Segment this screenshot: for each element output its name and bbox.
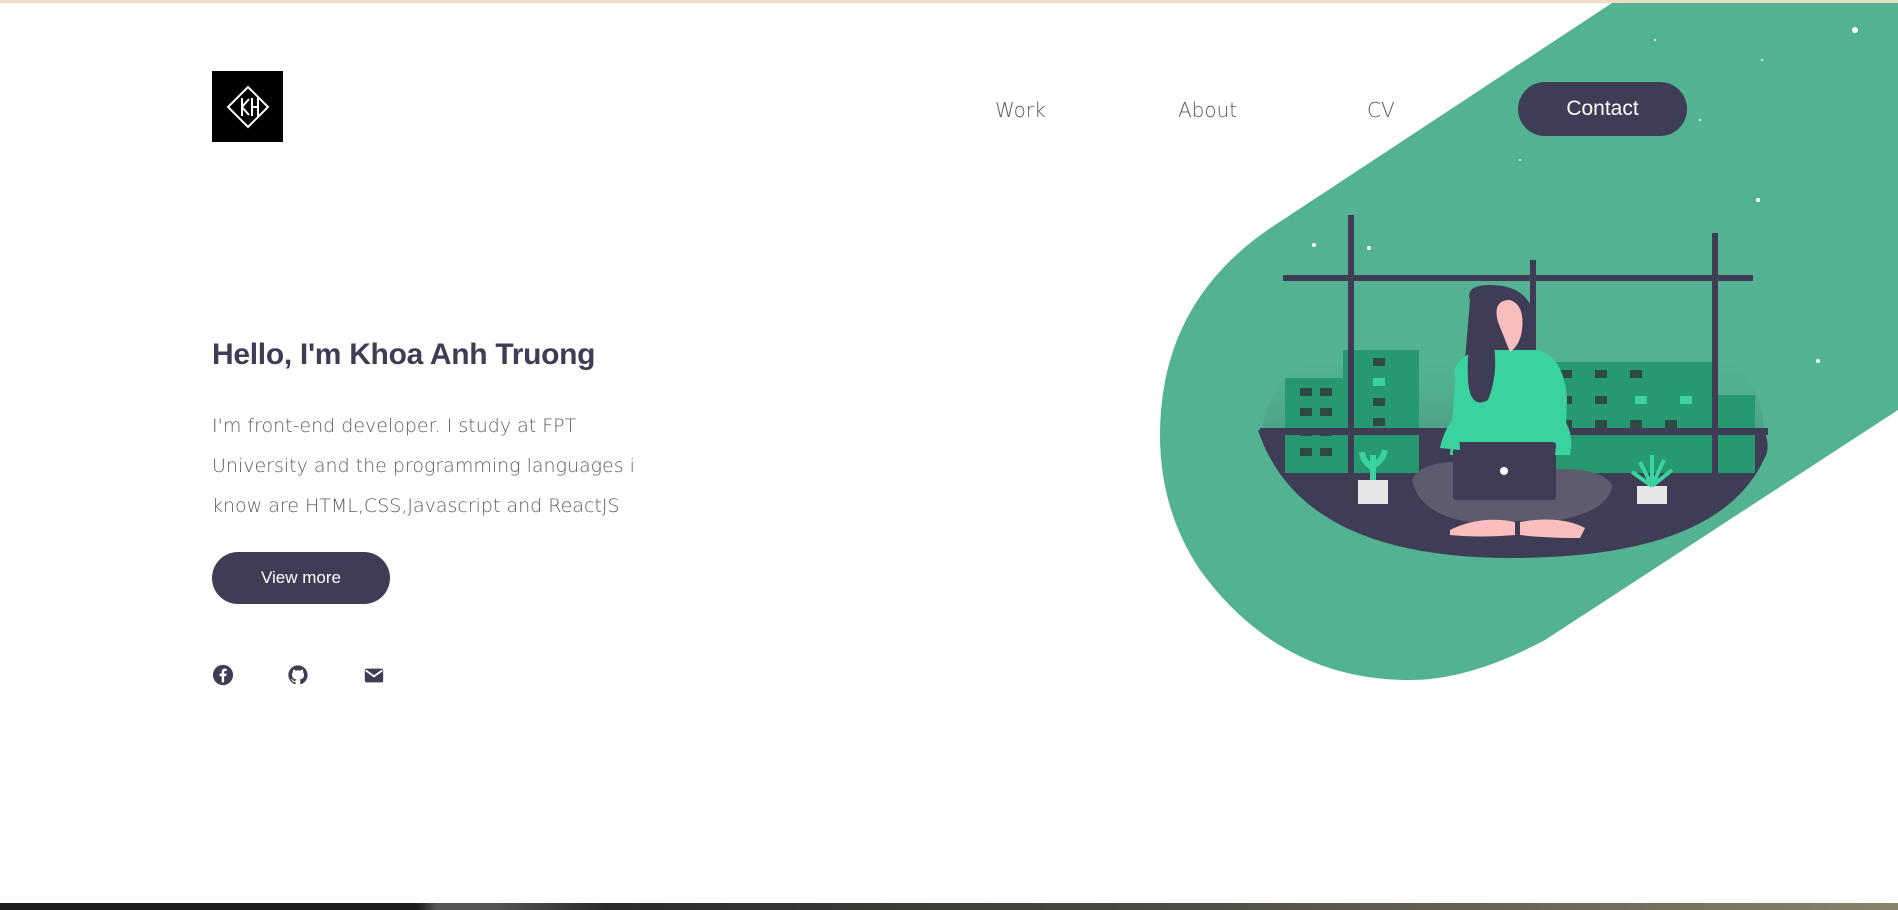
- nav-work-link[interactable]: Work: [995, 98, 1046, 122]
- facebook-icon: [212, 664, 234, 686]
- github-link[interactable]: [287, 664, 309, 686]
- contact-button[interactable]: Contact: [1518, 82, 1687, 136]
- github-icon: [288, 665, 308, 685]
- mail-icon: [364, 668, 384, 683]
- nav-about-link[interactable]: About: [1178, 98, 1237, 122]
- nav-cv-link[interactable]: CV: [1367, 98, 1395, 122]
- top-border: [0, 0, 1898, 3]
- bottom-bar: [0, 903, 1898, 910]
- main-nav: Work About CV Contact: [0, 82, 1898, 136]
- view-more-button[interactable]: View more: [212, 552, 390, 604]
- facebook-link[interactable]: [212, 664, 234, 686]
- hero-title: Hello, I'm Khoa Anh Truong: [212, 338, 596, 371]
- hero-description: I'm front-end developer. I study at FPT …: [212, 415, 635, 517]
- mail-link[interactable]: [363, 664, 385, 686]
